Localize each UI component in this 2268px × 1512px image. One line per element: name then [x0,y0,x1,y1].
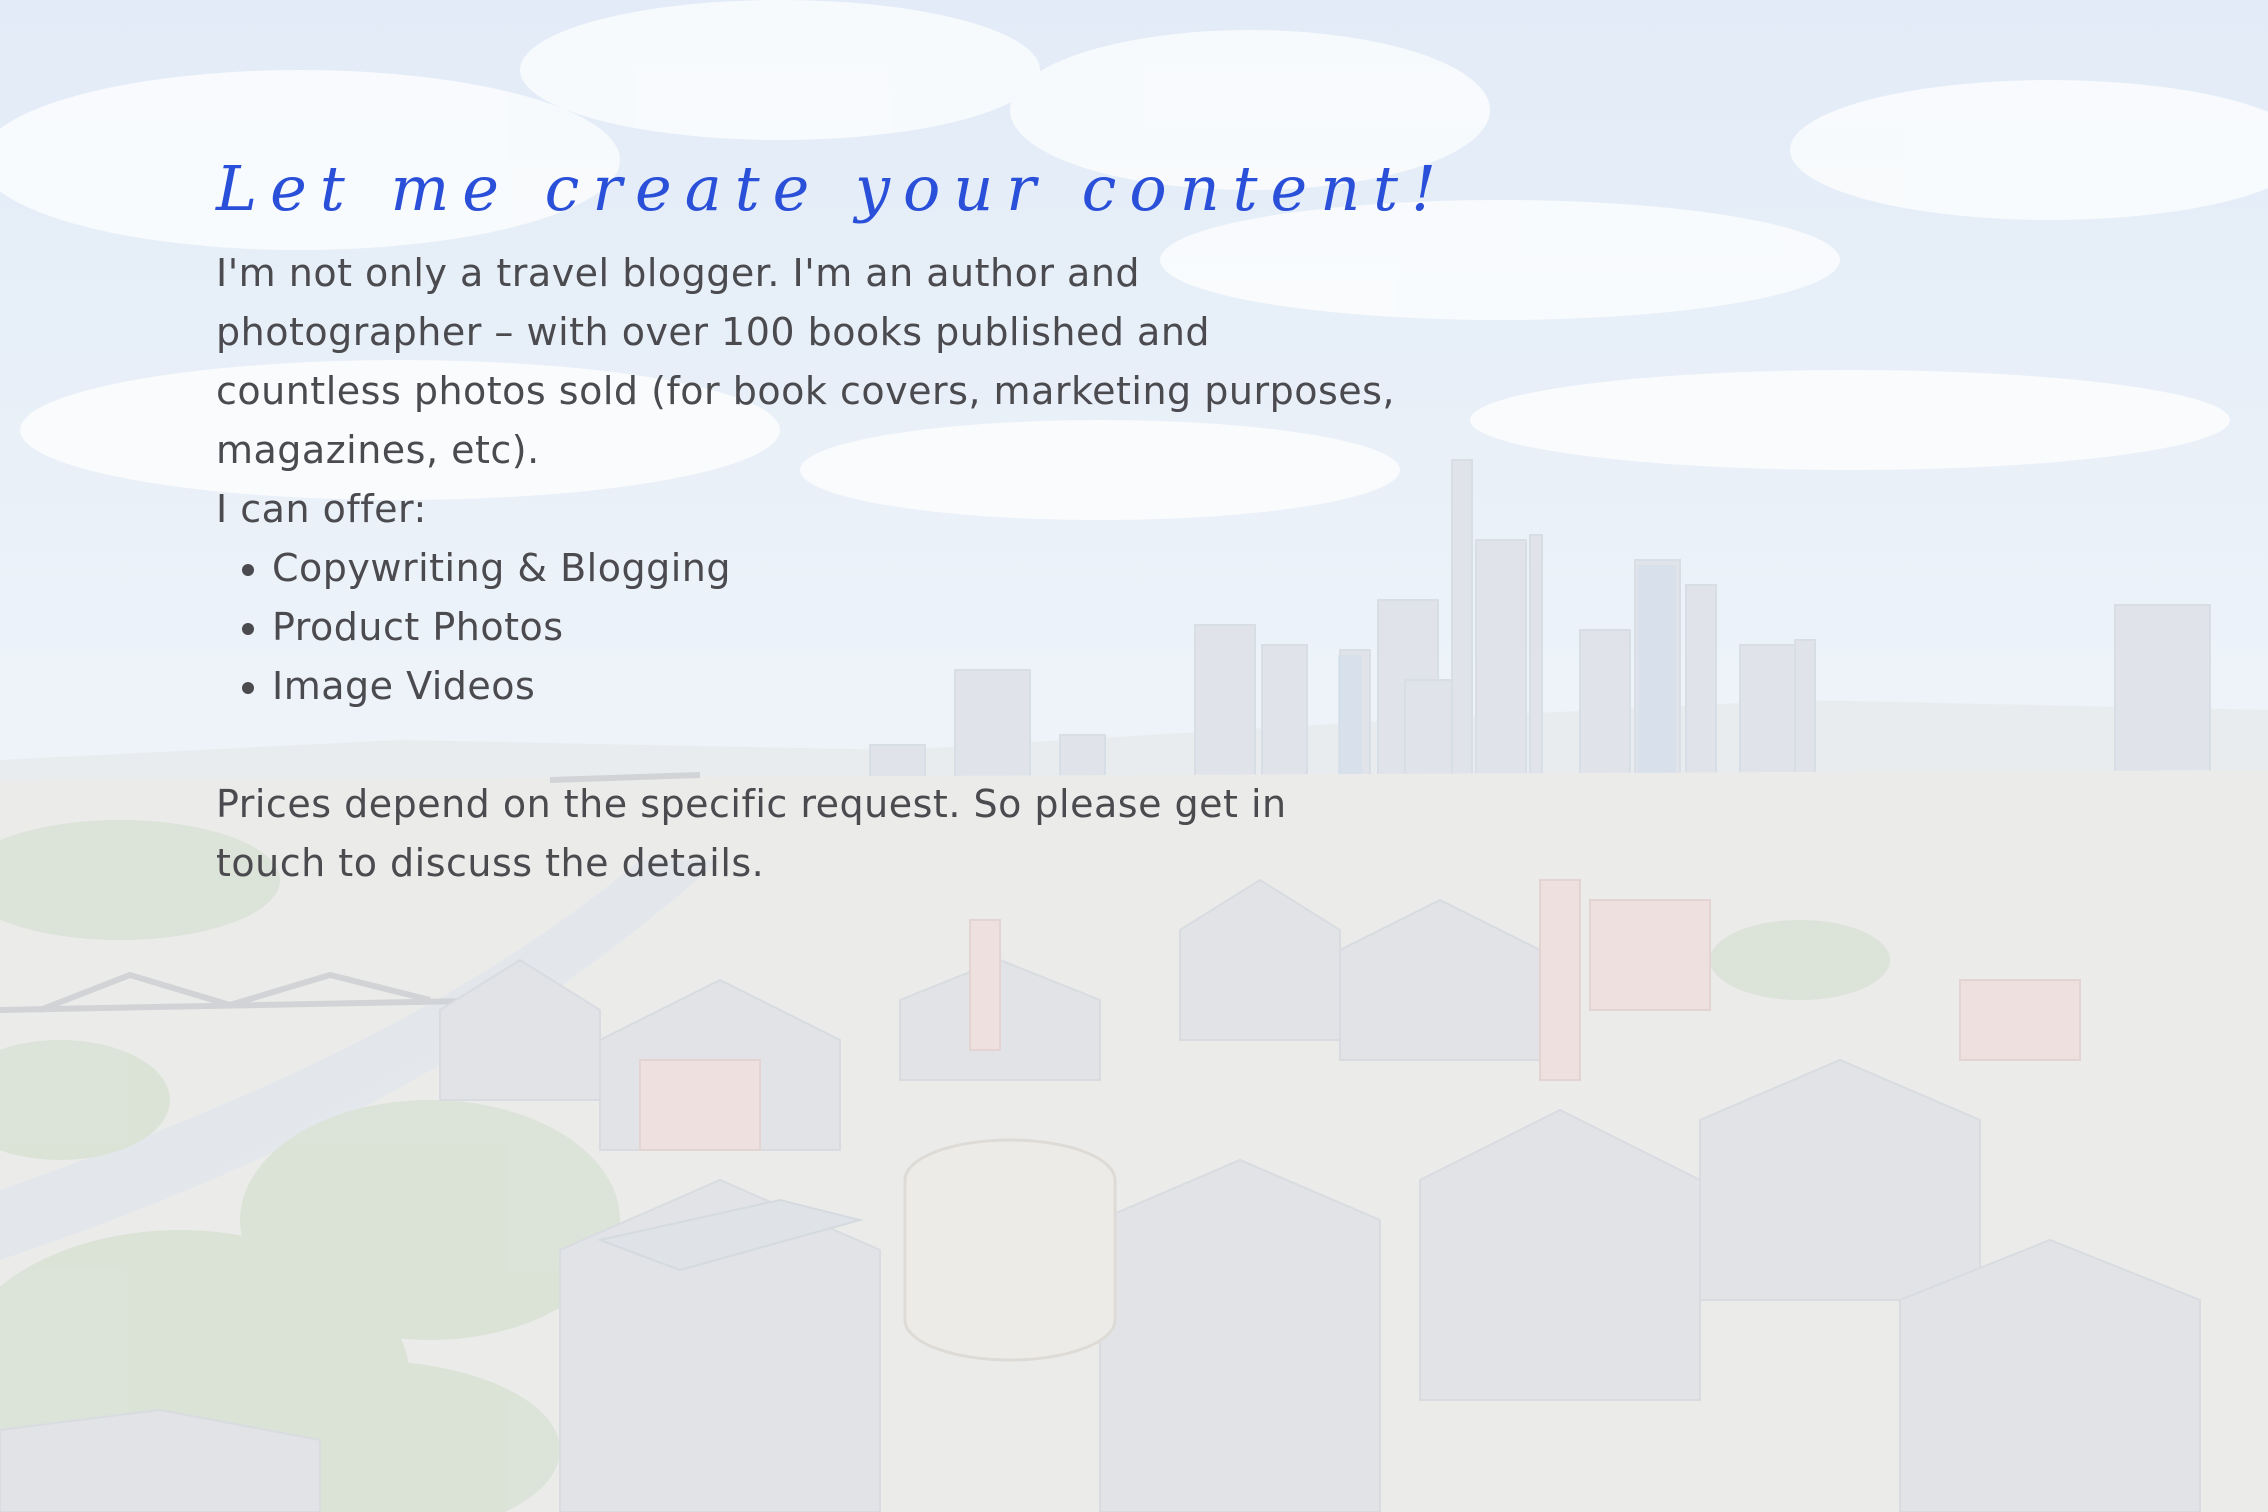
content-panel: Let me create your content! I'm not only… [216,150,1449,893]
closing-text: Prices depend on the specific request. S… [216,781,1287,885]
offer-list: Copywriting & Blogging Product Photos Im… [216,539,1396,716]
list-item: Image Videos [272,657,1396,716]
list-item: Copywriting & Blogging [272,539,1396,598]
offer-label: I can offer: [216,486,427,531]
heading: Let me create your content! [216,152,1449,225]
list-item: Product Photos [272,598,1396,657]
body-text: I'm not only a travel blogger. I'm an au… [216,244,1396,893]
intro-text: I'm not only a travel blogger. I'm an au… [216,250,1395,472]
